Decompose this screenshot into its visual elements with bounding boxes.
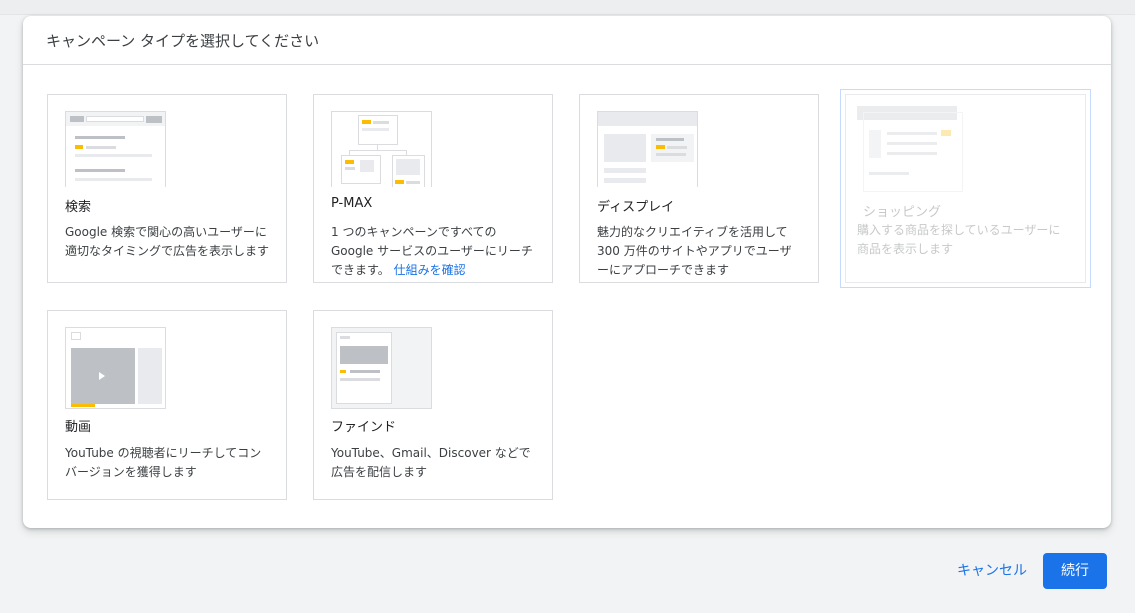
- card-discovery[interactable]: ファインド YouTube、Gmail、Discover などで広告を配信します: [313, 310, 553, 500]
- learn-more-link[interactable]: 仕組みを確認: [394, 263, 466, 277]
- card-title: ファインド: [331, 420, 397, 435]
- card-title: ショッピング: [863, 205, 942, 220]
- card-shopping[interactable]: ショッピング 購入する商品を探しているユーザーに商品を表示します: [840, 89, 1091, 288]
- card-title: 検索: [65, 200, 92, 215]
- card-title: 動画: [65, 420, 92, 435]
- page-top-bar: [0, 0, 1135, 15]
- card-display[interactable]: ディスプレイ 魅力的なクリエイティブを活用して 300 万件のサイトやアプリでユ…: [579, 94, 819, 283]
- card-description: 魅力的なクリエイティブを活用して 300 万件のサイトやアプリでユーザーにアプロ…: [597, 225, 792, 277]
- card-description: YouTube、Gmail、Discover などで広告を配信します: [331, 446, 531, 479]
- continue-button[interactable]: 続行: [1043, 553, 1107, 589]
- dialog-divider: [23, 64, 1111, 65]
- video-thumbnail: [65, 327, 166, 409]
- shopping-thumbnail-ghost: [857, 106, 965, 192]
- dialog-title: キャンペーン タイプを選択してください: [46, 32, 320, 50]
- card-description: 購入する商品を探しているユーザーに商品を表示します: [857, 223, 1061, 256]
- pmax-thumbnail: [331, 111, 432, 187]
- card-description: Google 検索で関心の高いユーザーに適切なタイミングで広告を表示します: [65, 225, 270, 258]
- card-title: P-MAX: [331, 196, 373, 211]
- display-thumbnail: [597, 111, 698, 187]
- card-pmax[interactable]: P-MAX 1 つのキャンペーンですべての Google サービスのユーザーにリ…: [313, 94, 553, 283]
- card-description: YouTube の視聴者にリーチしてコンバージョンを獲得します: [65, 446, 262, 479]
- play-icon: [99, 372, 105, 380]
- card-search[interactable]: 検索 Google 検索で関心の高いユーザーに適切なタイミングで広告を表示します: [47, 94, 287, 283]
- discovery-thumbnail: [331, 327, 432, 409]
- card-title: ディスプレイ: [597, 200, 675, 215]
- search-thumbnail: [65, 111, 166, 187]
- card-description: 1 つのキャンペーンですべての Google サービスのユーザーにリーチできます…: [331, 223, 537, 280]
- card-video[interactable]: 動画 YouTube の視聴者にリーチしてコンバージョンを獲得します: [47, 310, 287, 500]
- cancel-button[interactable]: キャンセル: [946, 553, 1038, 589]
